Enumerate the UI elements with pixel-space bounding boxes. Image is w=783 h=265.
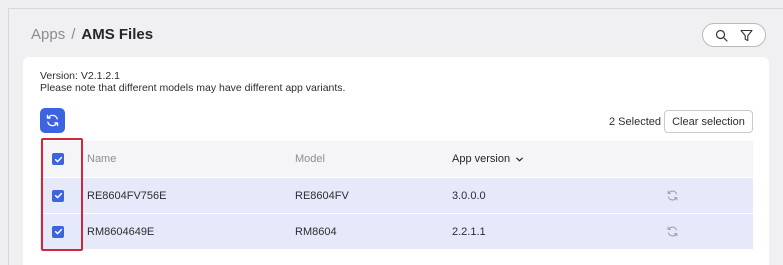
select-all-checkbox[interactable]	[52, 153, 64, 165]
cell-app-version: 3.0.0.0	[452, 189, 486, 202]
sync-icon	[667, 190, 678, 201]
filter-icon[interactable]	[740, 29, 753, 42]
version-text: Version: V2.1.2.1	[40, 70, 120, 82]
checkmark-icon	[54, 156, 62, 162]
cell-app-version: 2.2.1.1	[452, 225, 486, 238]
files-table: Name Model App version RE8604FV756E RE86…	[40, 141, 753, 249]
checkmark-icon	[54, 192, 62, 199]
cell-model: RE8604FV	[295, 189, 349, 202]
content-card: Version: V2.1.2.1 Please note that diffe…	[23, 57, 769, 265]
breadcrumb: Apps / AMS Files	[31, 26, 153, 44]
row-checkbox[interactable]	[52, 225, 64, 238]
table-row[interactable]: RE8604FV756E RE8604FV 3.0.0.0	[40, 177, 753, 213]
row-sync-button[interactable]	[666, 214, 679, 249]
table-header-row: Name Model App version	[40, 141, 753, 177]
cell-name: RE8604FV756E	[87, 189, 167, 202]
cell-model: RM8604	[295, 225, 337, 238]
row-sync-button[interactable]	[666, 178, 679, 213]
breadcrumb-apps-link[interactable]: Apps	[31, 26, 65, 44]
row-checkbox-cell	[52, 178, 64, 213]
search-filter-toolbar	[702, 23, 766, 47]
row-checkbox-cell	[52, 214, 64, 249]
refresh-button[interactable]	[40, 108, 65, 133]
row-checkbox[interactable]	[52, 189, 64, 202]
search-icon[interactable]	[715, 29, 728, 42]
checkmark-icon	[54, 228, 62, 235]
select-all-cell	[52, 141, 64, 177]
cell-name: RM8604649E	[87, 225, 155, 238]
sync-icon	[667, 226, 678, 237]
refresh-icon	[46, 114, 59, 127]
clear-selection-button[interactable]: Clear selection	[664, 110, 753, 133]
chevron-down-icon	[516, 157, 523, 161]
selected-count: 2 Selected	[609, 116, 661, 128]
table-row[interactable]: RM8604649E RM8604 2.2.1.1	[40, 213, 753, 249]
breadcrumb-separator: /	[71, 26, 76, 43]
column-header-app-version[interactable]: App version	[452, 141, 524, 177]
page-title: AMS Files	[81, 26, 154, 43]
column-header-model[interactable]: Model	[295, 141, 325, 177]
column-header-app-version-label: App version	[452, 153, 511, 165]
variant-note: Please note that different models may ha…	[40, 82, 346, 94]
column-header-name[interactable]: Name	[87, 141, 116, 177]
